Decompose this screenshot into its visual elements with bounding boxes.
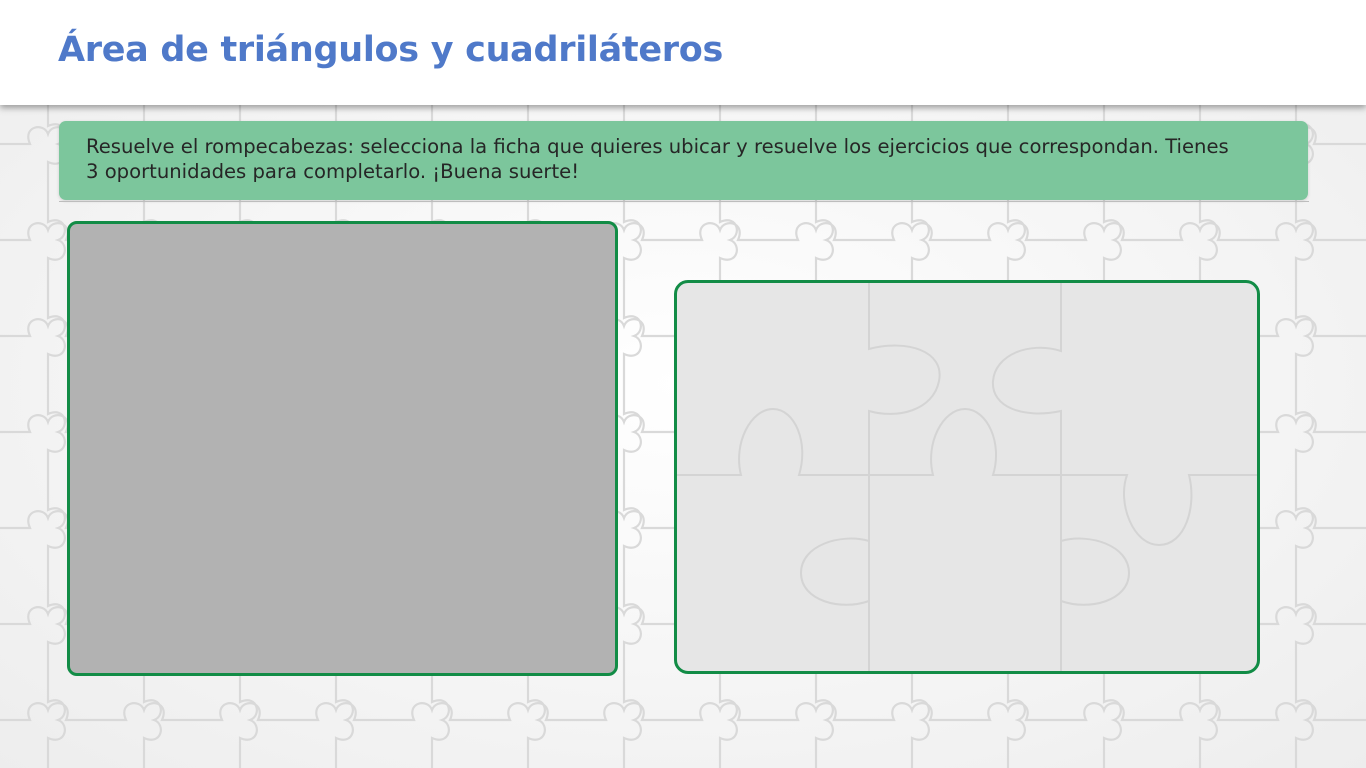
puzzle-piece-slot[interactable]	[677, 283, 870, 477]
puzzle-piece-slot[interactable]	[1064, 477, 1257, 671]
instructions-text: Resuelve el rompecabezas: selecciona la …	[86, 135, 1229, 183]
puzzle-piece-slot[interactable]	[677, 477, 870, 671]
page-title: Área de triángulos y cuadriláteros	[58, 30, 724, 70]
puzzle-piece-slot[interactable]	[870, 477, 1063, 671]
puzzle-board	[674, 280, 1260, 674]
puzzle-pieces	[677, 283, 1257, 671]
puzzle-grid	[677, 283, 1257, 671]
divider	[59, 201, 1309, 202]
puzzle-piece-slot[interactable]	[1064, 283, 1257, 477]
exercise-panel	[67, 221, 618, 676]
header-bar: Área de triángulos y cuadriláteros	[0, 0, 1366, 105]
puzzle-piece-slot[interactable]	[870, 283, 1063, 477]
instructions-banner: Resuelve el rompecabezas: selecciona la …	[59, 121, 1308, 200]
